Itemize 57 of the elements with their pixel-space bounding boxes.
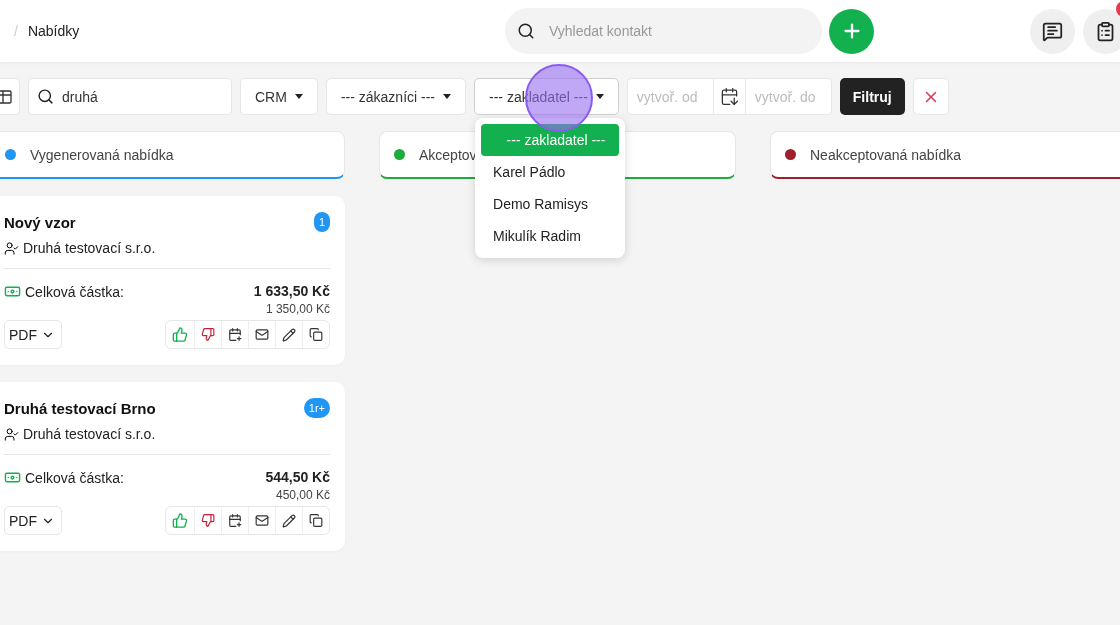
copy-icon xyxy=(309,513,323,528)
dropdown-option[interactable]: Demo Ramisys xyxy=(481,188,619,220)
calendar-icon xyxy=(719,87,739,106)
pencil-icon xyxy=(282,513,296,528)
date-to-field[interactable]: vytvoř. do xyxy=(745,78,832,115)
net-amount: 450,00 Kč xyxy=(275,488,330,502)
copy-icon xyxy=(309,327,323,342)
customer-name: Druhá testovací s.r.o. xyxy=(23,426,156,442)
filter-select[interactable]: --- zákazníci --- xyxy=(325,78,466,115)
customer-name: Druhá testovací s.r.o. xyxy=(23,240,156,256)
amount-label: Celková částka: xyxy=(25,283,124,300)
total-amount: 544,50 Kč xyxy=(265,469,330,485)
mail-icon xyxy=(255,327,269,342)
total-amount: 1 633,50 Kč xyxy=(253,283,330,299)
dropdown-option[interactable]: Mikulík Radim xyxy=(481,220,619,252)
pencil-icon xyxy=(282,327,296,342)
user-check-icon xyxy=(4,240,19,256)
caret-icon xyxy=(443,94,451,99)
thumbs-up-icon xyxy=(172,512,188,529)
breadcrumb-separator: / xyxy=(14,23,18,39)
thumbs-down-icon xyxy=(201,512,215,529)
thumbs-down-icon xyxy=(201,326,215,343)
user-check-icon xyxy=(4,426,19,442)
filter-select[interactable]: CRM xyxy=(240,78,318,115)
clipboard-button[interactable] xyxy=(1083,8,1120,54)
amount-label: Celková částka: xyxy=(25,469,124,486)
calendar-plus-icon xyxy=(228,513,242,528)
caret-icon xyxy=(595,94,604,99)
mail-icon xyxy=(255,513,269,528)
calendar-plus-icon xyxy=(228,327,242,342)
dropdown-option[interactable]: Karel Pádlo xyxy=(481,156,619,188)
count-badge: 1 xyxy=(313,212,330,232)
pdf-dropdown[interactable]: PDF xyxy=(4,320,62,349)
card-title: Druhá testovací Brno xyxy=(4,399,156,417)
search-icon xyxy=(37,88,54,105)
pdf-dropdown[interactable]: PDF xyxy=(4,506,62,535)
caret-icon xyxy=(294,94,303,99)
search-icon xyxy=(517,22,535,40)
search-input[interactable]: Vyhledat kontakt xyxy=(547,22,787,40)
count-badge: 1r+ xyxy=(303,398,330,418)
calendar-button[interactable] xyxy=(712,78,746,115)
column-title: Akceptov xyxy=(419,146,477,163)
column-title: Vygenerovaná nabídka xyxy=(30,146,174,163)
thumbs-up-icon xyxy=(172,326,188,343)
search-field[interactable]: druhá xyxy=(28,78,232,115)
column-title: Neakceptovaná nabídka xyxy=(810,146,961,163)
clipboard-icon xyxy=(1095,20,1116,42)
chat-button[interactable] xyxy=(1030,8,1075,54)
date-from-field[interactable]: vytvoř. od xyxy=(626,78,713,115)
breadcrumb-current: Nabídky xyxy=(27,23,80,39)
add-button[interactable] xyxy=(829,8,874,54)
net-amount: 1 350,00 Kč xyxy=(265,302,330,316)
table-icon xyxy=(0,87,13,106)
contact-search-field[interactable]: Vyhledat kontakt xyxy=(505,8,822,54)
filter-button[interactable]: Filtruj xyxy=(839,78,905,115)
card-title: Nový vzor xyxy=(4,213,76,231)
message-icon xyxy=(1042,20,1063,42)
